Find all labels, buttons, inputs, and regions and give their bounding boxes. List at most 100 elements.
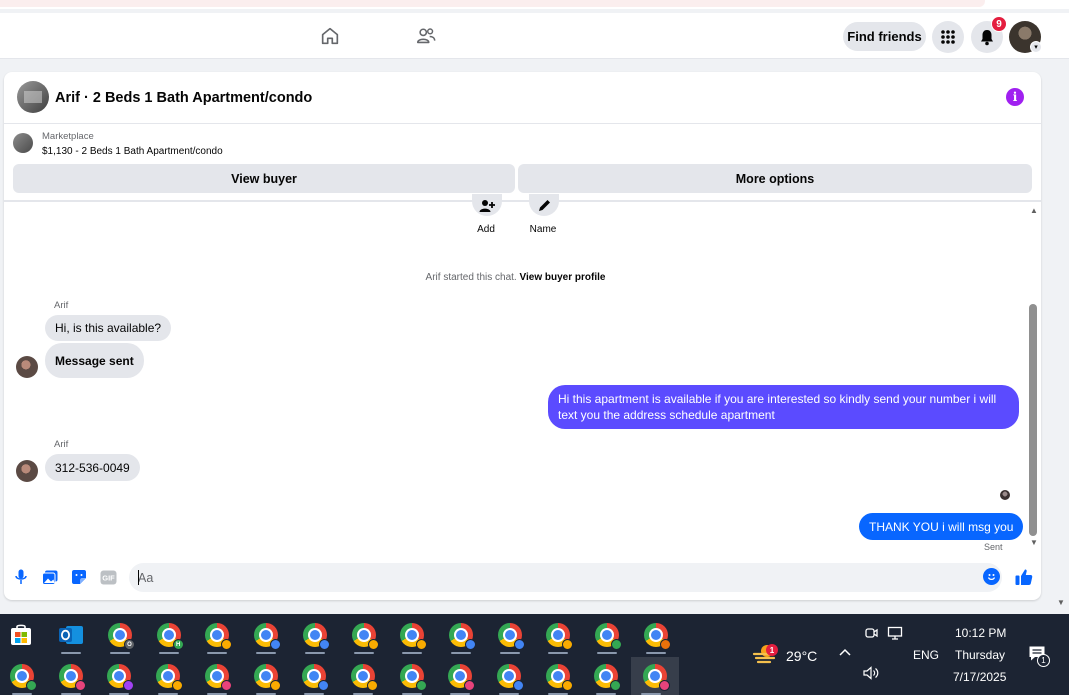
add-person-button[interactable]	[472, 194, 502, 216]
chrome-profile-badge	[220, 680, 232, 691]
name-label: Name	[529, 224, 557, 235]
find-friends-button[interactable]: Find friends	[843, 22, 926, 51]
chrome-window-button[interactable]	[295, 616, 335, 654]
chrome-window-button[interactable]	[489, 657, 529, 695]
view-buyer-profile-link[interactable]: View buyer profile	[519, 272, 605, 283]
outgoing-message[interactable]: Hi this apartment is available if you ar…	[548, 385, 1019, 429]
chrome-window-button[interactable]	[343, 657, 383, 695]
chat-header: Arif · 2 Beds 1 Bath Apartment/condo i	[4, 72, 1041, 124]
chrome-icon	[205, 623, 233, 650]
facebook-header: Find friends 9 ▾	[0, 13, 1069, 59]
input-language[interactable]: ENG	[913, 648, 939, 662]
chrome-window-button[interactable]: H	[149, 616, 189, 654]
show-hidden-icons-chevron-icon[interactable]	[838, 644, 852, 660]
chrome-window-button[interactable]	[246, 657, 286, 695]
emoji-icon[interactable]	[983, 568, 1000, 585]
chrome-window-button[interactable]	[344, 616, 384, 654]
chrome-window-button[interactable]	[246, 616, 286, 654]
sender-avatar[interactable]	[16, 460, 38, 482]
incoming-message[interactable]: 312-536-0049	[45, 454, 140, 481]
chrome-window-button[interactable]: O	[100, 616, 140, 654]
app-running-indicator	[207, 652, 228, 654]
chat-title[interactable]: Arif · 2 Beds 1 Bath Apartment/condo	[55, 90, 312, 106]
name-button[interactable]	[529, 194, 559, 216]
chrome-icon	[497, 664, 524, 691]
microphone-icon[interactable]	[12, 568, 30, 586]
app-running-indicator	[548, 652, 569, 654]
scroll-up-arrow-icon[interactable]: ▲	[1030, 206, 1038, 215]
chrome-icon: H	[156, 623, 184, 650]
listing-price-title[interactable]: $1,130 - 2 Beds 1 Bath Apartment/condo	[42, 146, 223, 157]
marketplace-label: Marketplace	[42, 131, 94, 142]
chrome-window-button[interactable]	[197, 616, 237, 654]
chrome-window-button[interactable]	[587, 616, 627, 654]
outlook-app[interactable]	[51, 616, 91, 654]
chrome-window-button[interactable]	[2, 657, 42, 695]
chrome-profile-badge	[513, 639, 525, 650]
clock-day[interactable]: Thursday	[955, 648, 1005, 662]
menu-grid-icon[interactable]	[932, 21, 964, 53]
chrome-window-button[interactable]	[392, 657, 432, 695]
chrome-window-button[interactable]	[490, 616, 530, 654]
chrome-icon	[448, 623, 476, 650]
gif-icon[interactable]: GIF	[99, 568, 117, 586]
outlook-icon	[59, 626, 83, 644]
listing-thumbnail[interactable]	[13, 133, 33, 153]
chrome-icon	[399, 664, 427, 691]
chrome-window-button[interactable]	[51, 657, 91, 695]
meet-now-icon[interactable]	[864, 626, 878, 645]
start-button[interactable]	[1, 616, 41, 654]
chrome-profile-badge	[416, 639, 428, 650]
home-icon[interactable]	[317, 23, 343, 49]
chrome-icon	[594, 664, 622, 691]
text-cursor	[138, 570, 139, 585]
incoming-message[interactable]: Message sent	[45, 343, 144, 378]
clock-date[interactable]: 7/17/2025	[953, 670, 1006, 684]
chat-started-text: Arif started this chat.	[425, 272, 517, 283]
chrome-window-button[interactable]	[99, 657, 139, 695]
weather-temperature[interactable]: 29°C	[786, 648, 817, 664]
scrollbar-thumb[interactable]	[1029, 304, 1037, 536]
chevron-down-icon[interactable]: ▾	[1030, 41, 1042, 53]
chrome-icon	[253, 664, 281, 691]
volume-icon[interactable]	[862, 666, 880, 685]
notification-count-badge: 9	[991, 16, 1007, 32]
page-scroll-down-arrow-icon[interactable]: ▼	[1057, 598, 1065, 607]
chrome-window-button[interactable]	[294, 657, 334, 695]
message-scrollbar[interactable]: ▲ ▼	[1027, 202, 1039, 556]
chrome-window-button[interactable]	[538, 657, 578, 695]
more-options-button[interactable]: More options	[518, 164, 1032, 193]
chat-panel: Arif · 2 Beds 1 Bath Apartment/condo i M…	[4, 72, 1041, 600]
scroll-down-arrow-icon[interactable]: ▼	[1030, 538, 1038, 547]
chrome-window-button[interactable]	[148, 657, 188, 695]
listing-avatar[interactable]	[17, 81, 49, 113]
chrome-icon	[643, 623, 671, 650]
clock-time[interactable]: 10:12 PM	[955, 626, 1006, 640]
photo-icon[interactable]	[41, 568, 59, 586]
chrome-window-button[interactable]	[631, 657, 680, 695]
chrome-profile-badge	[221, 639, 233, 650]
chrome-window-button[interactable]	[197, 657, 237, 695]
app-running-indicator	[353, 652, 374, 654]
chrome-window-button[interactable]	[441, 616, 481, 654]
friends-icon[interactable]	[413, 23, 439, 49]
chrome-icon	[448, 664, 476, 691]
svg-text:GIF: GIF	[102, 573, 115, 582]
view-buyer-button[interactable]: View buyer	[13, 164, 515, 193]
chrome-window-button[interactable]	[636, 616, 676, 654]
message-input[interactable]	[129, 563, 1002, 592]
chrome-window-button[interactable]	[440, 657, 480, 695]
chrome-window-button[interactable]	[586, 657, 626, 695]
chrome-window-button[interactable]	[538, 616, 578, 654]
app-running-indicator	[158, 652, 179, 654]
chrome-window-button[interactable]	[392, 616, 432, 654]
outgoing-message[interactable]: THANK YOU i will msg you	[859, 513, 1024, 540]
thumbs-up-icon[interactable]	[1014, 567, 1034, 587]
sender-avatar[interactable]	[16, 356, 38, 378]
incoming-message[interactable]: Hi, is this available?	[45, 315, 172, 341]
sticker-icon[interactable]	[70, 568, 88, 586]
chrome-profile-badge	[464, 639, 476, 650]
chrome-profile-badge	[123, 680, 135, 691]
network-icon[interactable]	[887, 626, 903, 645]
info-icon[interactable]: i	[1006, 88, 1024, 106]
